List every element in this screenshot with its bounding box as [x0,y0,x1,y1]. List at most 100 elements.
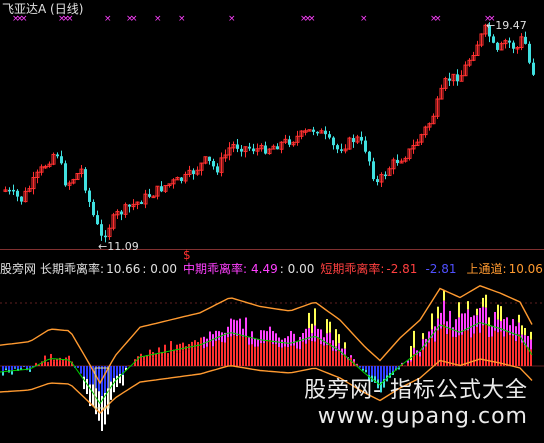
long-bias-bar [266,340,268,366]
mid-bias-bar [191,341,193,350]
long-bias-bar [236,336,238,366]
long-bias-bar [416,354,418,366]
long-bias-bar [281,347,283,366]
high-price-label: ←19.47 [486,19,527,32]
negative-bar [365,366,367,370]
mid-bias-bar [467,309,469,331]
long-bias-bar [428,342,430,366]
long-bias-bar [518,334,520,366]
long-bias-bar [209,341,211,366]
mid-bias-bar [215,330,217,341]
long-bias-bar [239,334,241,366]
long-bias-bar [230,336,232,366]
mid-bias-bar [260,330,262,344]
long-bias-bar [260,343,262,366]
mid-bias-bar [158,347,160,353]
mid-bias-bar [455,319,457,338]
short-bias-bar [344,342,346,349]
negative-bar [8,366,10,370]
mid-bias-bar [200,337,202,348]
long-bias-bar [254,346,256,366]
long-bias-bar [464,330,466,366]
short-bias-bar [497,304,499,320]
mid-bias-bar [305,328,307,344]
long-bias-bar [221,341,223,366]
mid-bias-bar [302,333,304,342]
long-bias-bar [419,356,421,366]
mid-bias-bar [434,326,436,342]
long-bias-bar [263,343,265,366]
long-bias-bar [311,341,313,366]
long-bias-bar [65,360,67,366]
long-bias-bar [188,349,190,366]
mid-bias-bar [221,332,223,342]
long-bias-bar [272,344,274,366]
long-bias-bar [275,344,277,366]
short-bias-bar [500,306,502,322]
mid-bias-bar [329,332,331,344]
mid-bias-bar [296,341,298,349]
long-bias-bar [152,357,154,366]
low-price-label: ←11.09 [98,240,139,253]
mid-bias-bar [449,310,451,329]
long-bias-bar [425,346,427,366]
mid-bias-bar [356,363,358,365]
long-bias-bar [497,332,499,366]
long-label: 长期乖离率: [40,262,105,276]
long-zero: : 0.00 [142,262,177,276]
negative-bar [359,366,361,368]
long-bias-bar [224,342,226,366]
long-bias-bar [299,349,301,366]
long-bias-bar [347,359,349,366]
long-bias-bar [449,328,451,366]
long-bias-bar [338,350,340,366]
negative-bar [110,366,112,382]
negative-bar [395,366,397,369]
mid-bias-bar [332,340,334,351]
long-bias-bar [218,340,220,366]
chart-window: × × × × × × × × × × × × × × × × × × × × 飞亚达A (日线) ←19.47 ←1… [0,0,544,443]
negative-bar-cyan [11,371,13,375]
long-bias-bar [170,350,172,366]
mid-bias-bar [413,347,415,354]
mid-bias-bar [494,311,496,331]
short-value-1: -2.81 [386,262,418,276]
negative-bar [77,366,79,368]
negative-bar [23,366,25,367]
mid-bias-bar [179,343,181,353]
long-bias-bar [305,343,307,366]
long-bias-bar [53,361,55,366]
negative-bar-cyan [29,369,31,372]
long-bias-bar [176,352,178,366]
long-bias-bar [479,332,481,366]
short-bias-bar [443,290,445,301]
long-bias-bar [509,335,511,366]
negative-bar [17,366,19,369]
mid-bias-bar [287,336,289,348]
negative-bar-white [92,384,94,406]
long-bias-bar [521,342,523,366]
mid-bias-bar [275,333,277,345]
short-bias-bar [476,308,478,316]
long-bias-bar [308,340,310,366]
mid-bias-bar [50,353,52,359]
mid-bias-bar [293,333,295,346]
mid-bias-bar [227,326,229,338]
short-bias-bar [338,334,340,344]
mid-bias-bar [176,344,178,353]
long-bias-bar [242,336,244,366]
negative-bar [5,366,7,369]
mid-bias-bar [482,306,484,326]
mid-bias-bar [314,325,316,342]
mid-bias-bar [143,356,145,361]
long-bias-bar [47,363,49,366]
negative-bar [89,366,91,385]
mid-bias-bar [344,348,346,355]
mid-bias-bar [272,331,274,345]
mid-label: 中期乖离率: [183,262,248,276]
short-label: 短期乖离率: [320,262,385,276]
long-bias-bar [245,336,247,366]
short-bias-bar [326,319,328,334]
mid-bias-bar [182,342,184,351]
watermark-line1: 股旁网- 指标公式大全 [304,378,528,403]
